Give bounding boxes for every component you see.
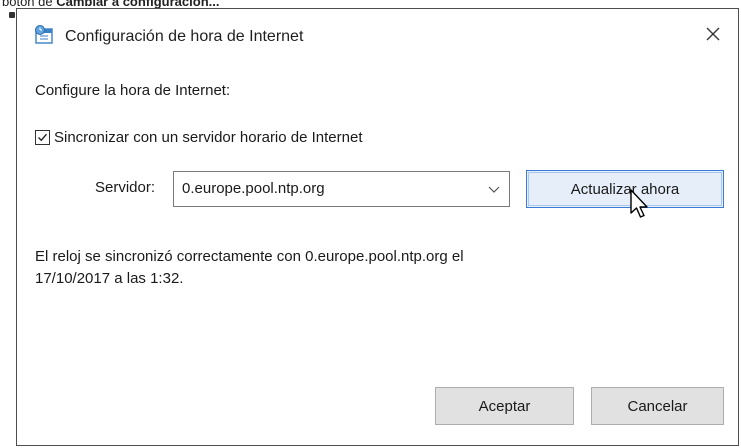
server-label: Servidor: xyxy=(95,179,156,196)
date-time-icon xyxy=(33,24,57,46)
status-line-1: El reloj se sincronizó correctamente con… xyxy=(35,248,464,265)
bullet-marker xyxy=(9,12,15,18)
sync-checkbox[interactable] xyxy=(35,129,50,145)
sync-option[interactable]: Sincronizar con un servidor horario de I… xyxy=(35,127,363,147)
sync-status-text: El reloj se sincronizó correctamente con… xyxy=(35,246,675,290)
ok-button[interactable]: Aceptar xyxy=(435,387,574,425)
dialog-title: Configuración de hora de Internet xyxy=(65,28,304,45)
mouse-pointer-icon xyxy=(629,189,651,221)
close-button[interactable] xyxy=(696,19,730,53)
update-now-button[interactable]: Actualizar ahora xyxy=(526,170,724,208)
status-line-2: 17/10/2017 a las 1:32. xyxy=(35,270,184,287)
server-combobox[interactable]: 0.europe.pool.ntp.org xyxy=(173,171,510,207)
checkmark-icon xyxy=(38,133,47,141)
cancel-button[interactable]: Cancelar xyxy=(591,387,724,425)
server-value[interactable]: 0.europe.pool.ntp.org xyxy=(182,180,325,197)
internet-time-dialog: Configuración de hora de Internet Config… xyxy=(16,8,739,446)
title-bar[interactable]: Configuración de hora de Internet xyxy=(17,9,738,63)
section-heading: Configure la hora de Internet: xyxy=(35,82,231,99)
sync-checkbox-label[interactable]: Sincronizar con un servidor horario de I… xyxy=(54,129,363,146)
chevron-down-icon[interactable] xyxy=(487,182,501,196)
close-icon xyxy=(705,26,721,47)
